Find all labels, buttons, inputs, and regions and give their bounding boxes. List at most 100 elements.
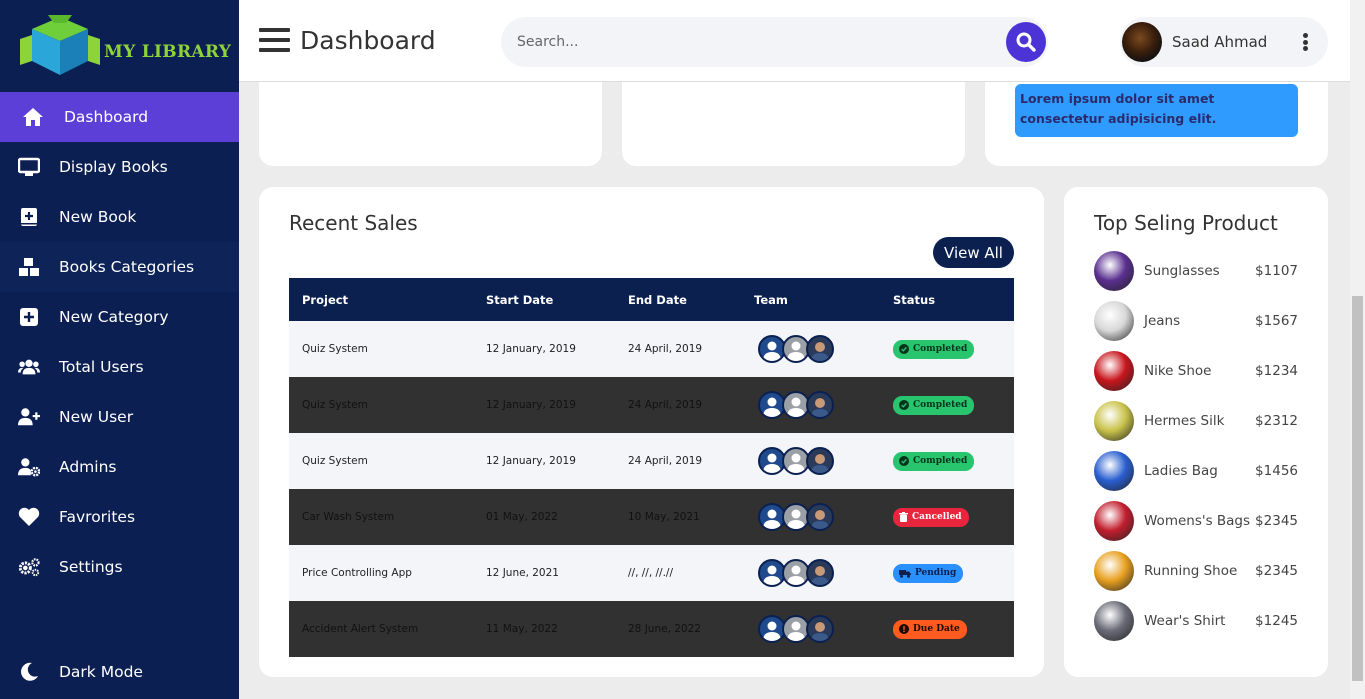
product-image bbox=[1094, 301, 1134, 341]
user-plus-icon bbox=[18, 406, 40, 428]
status-badge: Pending bbox=[893, 563, 964, 583]
monitor-icon bbox=[18, 156, 40, 178]
sidebar-nav: Dashboard Display Books New Book Books C… bbox=[0, 92, 239, 592]
start-date-cell: 12 June, 2021 bbox=[486, 567, 559, 579]
scrollbar-thumb[interactable] bbox=[1352, 296, 1363, 681]
product-item[interactable]: Wear's Shirt $1245 bbox=[1094, 596, 1298, 646]
table-row[interactable]: Car Wash System 01 May, 2022 10 May, 2021 C… bbox=[289, 489, 1014, 545]
product-item[interactable]: Running Shoe $2345 bbox=[1094, 546, 1298, 596]
sidebar-item-label: Settings bbox=[59, 558, 123, 576]
sidebar-item-label: Display Books bbox=[59, 158, 168, 176]
start-date-cell: 12 January, 2019 bbox=[486, 343, 576, 355]
more-vertical-icon[interactable] bbox=[1303, 33, 1311, 51]
sidebar-item-admins[interactable]: Admins bbox=[0, 442, 239, 492]
user-gear-icon bbox=[18, 456, 40, 478]
status-badge: Cancelled bbox=[893, 507, 969, 527]
product-price: $1107 bbox=[1255, 263, 1298, 279]
product-item[interactable]: Hermes Silk $2312 bbox=[1094, 396, 1298, 446]
product-image bbox=[1094, 351, 1134, 391]
status-badge: Completed bbox=[893, 395, 975, 415]
start-date-cell: 12 January, 2019 bbox=[486, 455, 576, 467]
column-header: Team bbox=[754, 292, 788, 307]
team-member-avatar[interactable] bbox=[806, 391, 834, 419]
scrollbar[interactable] bbox=[1350, 0, 1365, 699]
product-image bbox=[1094, 251, 1134, 291]
table-header-row: Project Start Date End Date Team Status bbox=[289, 278, 1014, 321]
sidebar-item-new-category[interactable]: New Category bbox=[0, 292, 239, 342]
table-row[interactable]: Quiz System 12 January, 2019 24 April, 201… bbox=[289, 433, 1014, 489]
status-label: Completed bbox=[913, 344, 968, 354]
product-image bbox=[1094, 601, 1134, 641]
recent-sales-card: Recent Sales View All Project Start Date… bbox=[259, 187, 1044, 677]
sidebar-item-label: New Category bbox=[59, 308, 169, 326]
product-item[interactable]: Womens's Bags $2345 bbox=[1094, 496, 1298, 546]
table-row[interactable]: Accident Alert System 11 May, 2022 28 June… bbox=[289, 601, 1014, 657]
team-member-avatar[interactable] bbox=[806, 503, 834, 531]
logo-text: MY LIBRARY bbox=[104, 42, 232, 62]
status-badge: Completed bbox=[893, 339, 975, 359]
status-label: Completed bbox=[913, 400, 968, 410]
sidebar-item-total-users[interactable]: Total Users bbox=[0, 342, 239, 392]
user-menu[interactable]: Saad Ahmad bbox=[1120, 17, 1328, 67]
sidebar-item-new-user[interactable]: New User bbox=[0, 392, 239, 442]
topbar: Dashboard Saad Ahmad bbox=[239, 0, 1350, 82]
top-products-card: Top Seling Product Sunglasses $1107 Jeans $… bbox=[1064, 187, 1328, 677]
product-name: Wear's Shirt bbox=[1144, 613, 1226, 629]
status-badge: Completed bbox=[893, 451, 975, 471]
status-label: Completed bbox=[913, 456, 968, 466]
product-image bbox=[1094, 501, 1134, 541]
dark-mode-toggle[interactable]: Dark Mode bbox=[0, 647, 143, 697]
sidebar-item-label: Favrorites bbox=[59, 508, 136, 526]
product-image bbox=[1094, 401, 1134, 441]
status-badge: Due Date bbox=[893, 619, 967, 639]
team-cell bbox=[741, 545, 880, 601]
view-all-button[interactable]: View All bbox=[933, 237, 1014, 268]
column-header: Status bbox=[893, 292, 936, 307]
sidebar-item-dashboard[interactable]: Dashboard bbox=[0, 92, 239, 142]
product-item[interactable]: Nike Shoe $1234 bbox=[1094, 346, 1298, 396]
sidebar-item-favorites[interactable]: Favrorites bbox=[0, 492, 239, 542]
end-date-cell: 10 May, 2021 bbox=[628, 511, 700, 523]
sidebar-item-new-book[interactable]: New Book bbox=[0, 192, 239, 242]
sidebar-item-label: Total Users bbox=[59, 358, 144, 376]
sidebar-item-settings[interactable]: Settings bbox=[0, 542, 239, 592]
project-cell: Quiz System bbox=[302, 343, 368, 355]
table-row[interactable]: Price Controlling App 12 June, 2021 //, //… bbox=[289, 545, 1014, 601]
project-cell: Accident Alert System bbox=[302, 623, 419, 635]
product-price: $2345 bbox=[1255, 513, 1298, 529]
team-member-avatar[interactable] bbox=[806, 447, 834, 475]
team-member-avatar[interactable] bbox=[806, 559, 834, 587]
sidebar-item-display-books[interactable]: Display Books bbox=[0, 142, 239, 192]
gears-icon bbox=[18, 556, 40, 578]
search-button[interactable] bbox=[1006, 22, 1046, 62]
sidebar: MY LIBRARY Dashboard Display Books New B… bbox=[0, 0, 239, 699]
product-item[interactable]: Sunglasses $1107 bbox=[1094, 246, 1298, 296]
product-item[interactable]: Ladies Bag $1456 bbox=[1094, 446, 1298, 496]
sidebar-item-label: Books Categories bbox=[59, 258, 195, 276]
product-name: Ladies Bag bbox=[1144, 463, 1218, 479]
info-note: Lorem ipsum dolor sit amet consectetur a… bbox=[1015, 84, 1298, 137]
status-cell: Completed bbox=[880, 377, 1014, 433]
logo-cube-icon bbox=[18, 15, 102, 77]
team-member-avatar[interactable] bbox=[806, 615, 834, 643]
product-price: $2345 bbox=[1255, 563, 1298, 579]
product-price: $1245 bbox=[1255, 613, 1298, 629]
product-item[interactable]: Jeans $1567 bbox=[1094, 296, 1298, 346]
recent-sales-title: Recent Sales bbox=[289, 211, 418, 235]
table-row[interactable]: Quiz System 12 January, 2019 24 April, 201… bbox=[289, 321, 1014, 377]
table-row[interactable]: Quiz System 12 January, 2019 24 April, 201… bbox=[289, 377, 1014, 433]
end-date-cell: //, //, //.// bbox=[628, 567, 673, 579]
project-cell: Car Wash System bbox=[302, 511, 395, 523]
team-member-avatar[interactable] bbox=[806, 335, 834, 363]
add-book-icon bbox=[18, 206, 40, 228]
check-circle-icon bbox=[899, 456, 909, 466]
product-name: Womens's Bags bbox=[1144, 513, 1251, 529]
logo[interactable]: MY LIBRARY bbox=[0, 0, 239, 92]
sidebar-item-books-categories[interactable]: Books Categories bbox=[0, 242, 239, 292]
avatar[interactable] bbox=[1122, 22, 1162, 62]
search-input[interactable] bbox=[517, 30, 987, 54]
project-cell: Quiz System bbox=[302, 399, 368, 411]
product-list: Sunglasses $1107 Jeans $1567 Nike Shoe $1234 H… bbox=[1094, 246, 1298, 646]
status-cell: Due Date bbox=[880, 601, 1014, 657]
hamburger-menu-icon[interactable] bbox=[259, 28, 290, 56]
